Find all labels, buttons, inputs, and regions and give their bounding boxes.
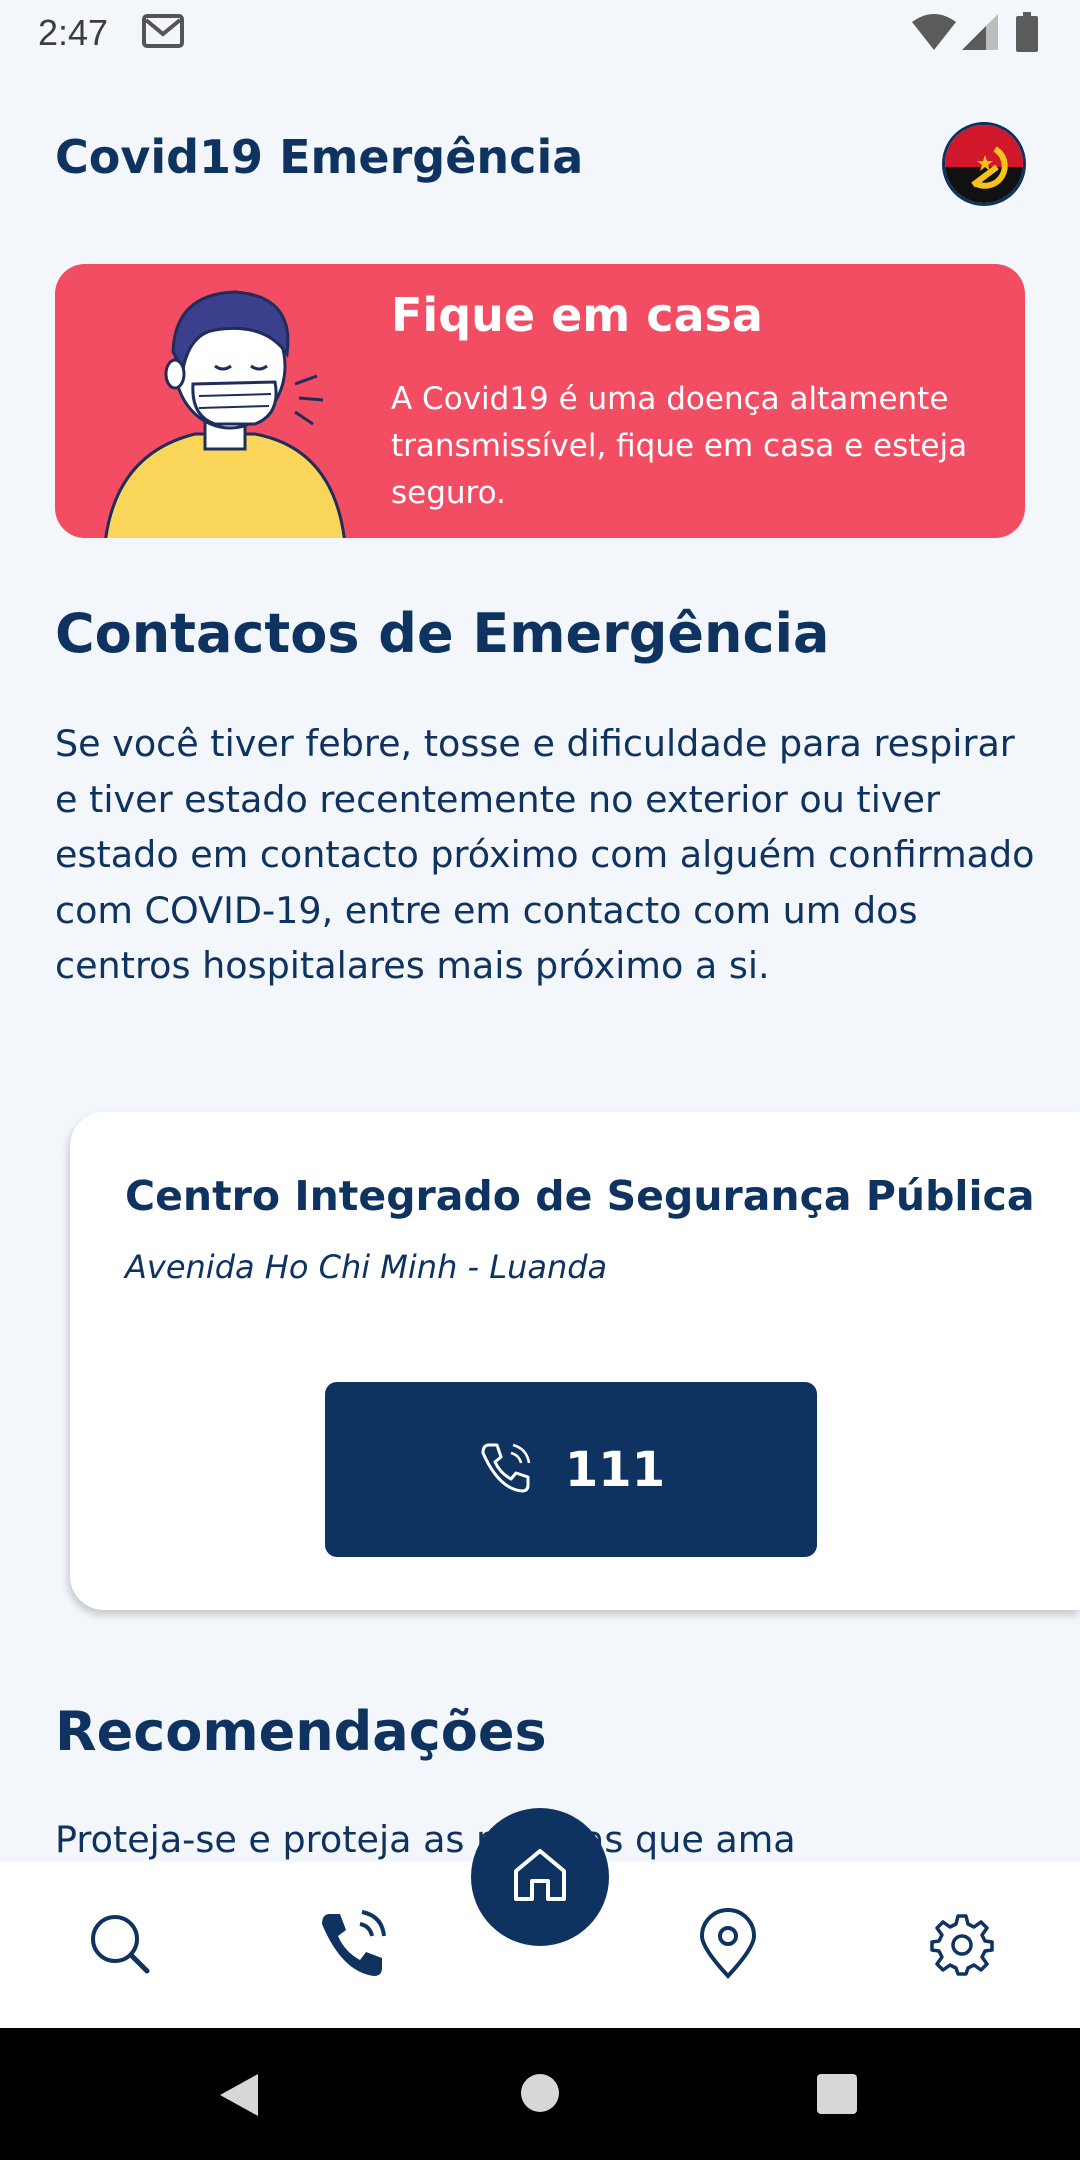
phone-ringing-icon xyxy=(477,1439,535,1501)
status-bar: 2:47 xyxy=(0,0,1080,66)
nav-home-button[interactable] xyxy=(471,1808,609,1946)
recommendations-text: Proteja-se e proteja as pessoas que ama xyxy=(55,1818,796,1861)
nav-settings[interactable] xyxy=(922,1906,1002,1986)
nav-contacts[interactable] xyxy=(314,1906,394,1986)
contacts-section-title: Contactos de Emergência xyxy=(55,602,830,665)
contact-card: Centro Integrado de Segurança Pública Av… xyxy=(70,1112,1080,1610)
home-icon xyxy=(510,1845,570,1909)
recommendations-section-title: Recomendações xyxy=(55,1700,547,1763)
settings-icon xyxy=(930,1912,994,1980)
call-number: 111 xyxy=(564,1441,666,1498)
angola-flag-icon[interactable] xyxy=(942,122,1026,206)
phone-icon xyxy=(316,1906,392,1986)
recents-icon[interactable] xyxy=(817,2074,857,2114)
system-home-icon[interactable] xyxy=(521,2074,559,2112)
search-icon xyxy=(85,1909,155,1983)
banner-title: Fique em casa xyxy=(391,288,763,342)
contacts-description: Se você tiver febre, tosse e dificuldade… xyxy=(55,722,1035,987)
contact-name: Centro Integrado de Segurança Pública xyxy=(125,1172,1035,1220)
wifi-icon xyxy=(912,14,956,54)
nav-locations[interactable] xyxy=(688,1906,768,1986)
location-pin-icon xyxy=(698,1908,758,1984)
battery-icon xyxy=(1016,12,1038,56)
system-nav-bar xyxy=(0,2028,1080,2160)
app-title: Covid19 Emergência xyxy=(55,130,584,184)
masked-person-illustration xyxy=(95,274,375,538)
contact-address: Avenida Ho Chi Minh - Luanda xyxy=(125,1248,608,1286)
signal-icon xyxy=(962,14,998,54)
call-button[interactable]: 111 xyxy=(325,1382,817,1557)
back-icon[interactable] xyxy=(218,2072,260,2122)
banner-text: A Covid19 é uma doença altamente transmi… xyxy=(391,381,968,511)
status-time: 2:47 xyxy=(38,12,109,53)
nav-search[interactable] xyxy=(80,1906,160,1986)
stay-home-banner: Fique em casa A Covid19 é uma doença alt… xyxy=(55,264,1025,538)
gmail-icon xyxy=(142,14,184,52)
